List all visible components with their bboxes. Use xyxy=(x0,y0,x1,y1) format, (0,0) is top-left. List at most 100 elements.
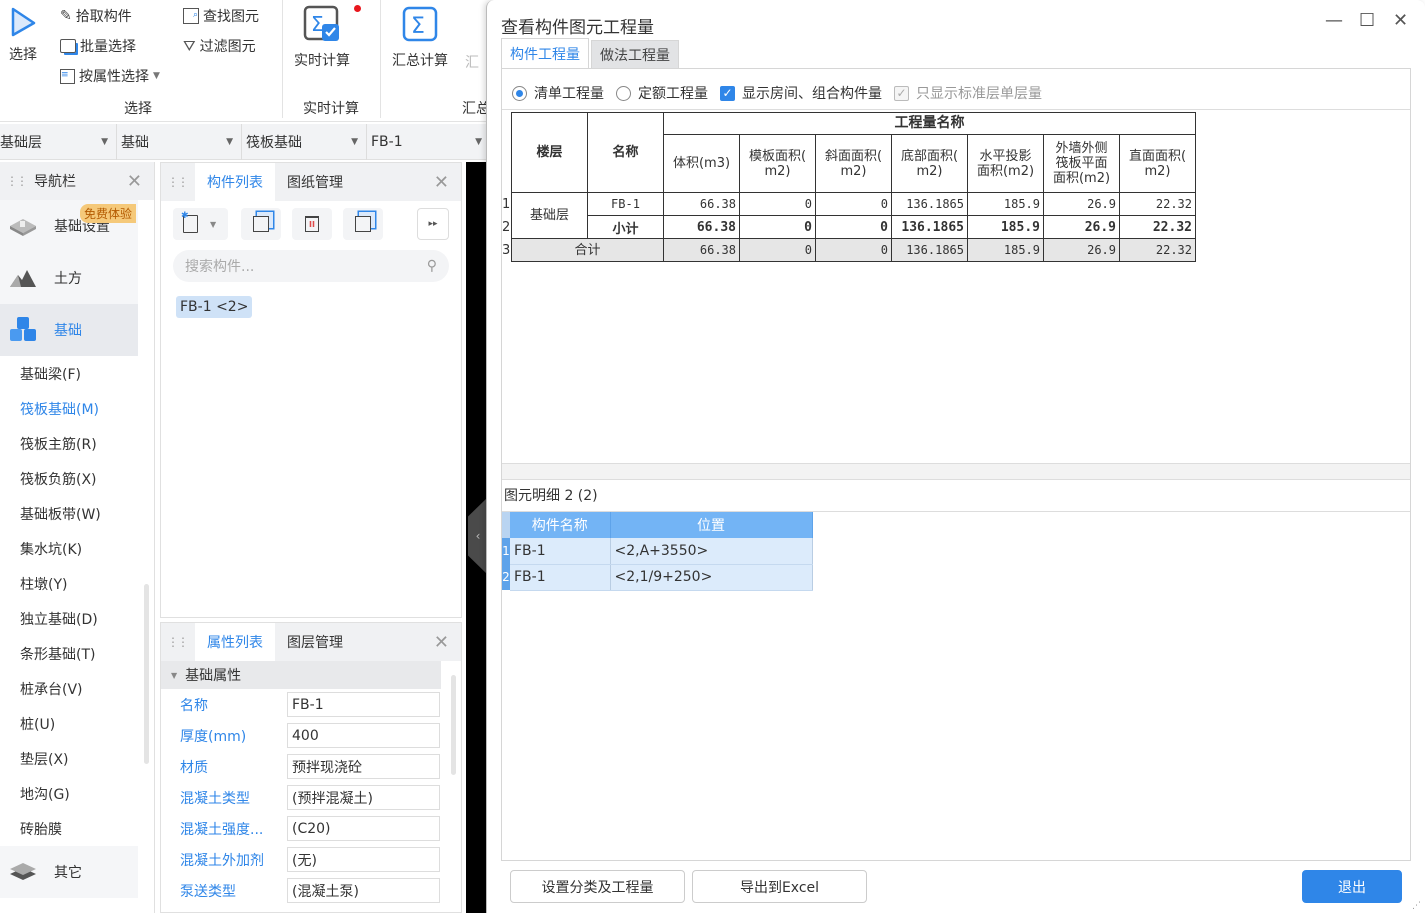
more-tools-button[interactable]: ▸▸ xyxy=(417,208,449,240)
nav-item-raft-main-rebar[interactable]: 筏板主筋(R) xyxy=(0,426,154,461)
filter-icon: ⛛ xyxy=(183,37,196,55)
tab-component-list[interactable]: 构件列表 xyxy=(195,163,275,201)
quota-quantity-radio[interactable] xyxy=(616,85,631,101)
free-trial-badge[interactable]: 免费体验 xyxy=(80,204,137,223)
nav-item-raft-foundation[interactable]: 筏板基础(M) xyxy=(0,391,154,426)
property-value-material[interactable]: 预拌现浇砼 xyxy=(287,754,440,779)
cell-value: 26.9 xyxy=(1043,215,1120,239)
nav-category-other[interactable]: 其它 xyxy=(0,846,138,898)
nav-item-foundation-beam[interactable]: 基础梁(F) xyxy=(0,356,154,391)
element-detail-table: 构件名称 位置 1 FB-1 <2,A+3550> 2 FB-1 <2,1/9+… xyxy=(502,512,813,591)
cell-value: 185.9 xyxy=(967,192,1044,216)
drag-grip-icon[interactable]: ⋮⋮ xyxy=(6,174,28,188)
realtime-calc-button[interactable]: Σ 实时计算 xyxy=(294,4,350,70)
tab-component-quantity[interactable]: 构件工程量 xyxy=(501,38,589,68)
exit-button[interactable]: 退出 xyxy=(1302,870,1402,903)
nav-item-raft-negative-rebar[interactable]: 筏板负筋(X) xyxy=(0,461,154,496)
find-element-button[interactable]: ⌕ 查找图元 xyxy=(183,6,259,26)
set-category-button[interactable]: 设置分类及工程量 xyxy=(510,870,685,903)
nav-item-strip-footing[interactable]: 条形基础(T) xyxy=(0,636,154,671)
property-value-concrete-type[interactable]: (预拌混凝土) xyxy=(287,785,440,810)
nav-item-isolated-footing[interactable]: 独立基础(D) xyxy=(0,601,154,636)
tab-drawing-management[interactable]: 图纸管理 xyxy=(275,163,355,201)
select-button[interactable]: 选择 xyxy=(8,6,38,64)
delete-component-button[interactable]: II xyxy=(292,208,332,240)
drag-grip-icon[interactable]: ⋮⋮ xyxy=(167,635,189,649)
component-item-fb1[interactable]: FB-1 <2> xyxy=(176,296,253,318)
summary-calc-button[interactable]: Σ 汇总计算 xyxy=(392,4,448,70)
new-component-button[interactable]: ✱ ▼ xyxy=(173,208,228,240)
category-dropdown[interactable]: 基础 ▼ xyxy=(117,124,242,160)
table-row[interactable]: 1 FB-1 <2,A+3550> xyxy=(502,538,813,565)
nav-scrollbar[interactable] xyxy=(144,584,149,764)
batch-select-button[interactable]: 批量选择 xyxy=(60,36,136,56)
property-value-pump-type[interactable]: (混凝土泵) xyxy=(287,878,440,903)
property-row: 泵送类型 (混凝土泵) xyxy=(161,875,461,906)
layer-copy-button[interactable] xyxy=(343,208,383,240)
new-file-icon: ✱ xyxy=(181,211,198,233)
resize-grip-icon[interactable]: ⋰ xyxy=(1412,901,1421,911)
cell-value: 0 xyxy=(739,215,816,239)
nav-item-column-pier[interactable]: 柱墩(Y) xyxy=(0,566,154,601)
drag-grip-icon[interactable]: ⋮⋮ xyxy=(167,175,189,189)
cell-component-name: FB-1 xyxy=(510,564,611,591)
close-icon[interactable]: ✕ xyxy=(127,171,142,192)
tab-method-quantity[interactable]: 做法工程量 xyxy=(591,40,679,68)
property-value-admixture[interactable]: (无) xyxy=(287,847,440,872)
nav-category-earthwork[interactable]: 土方 xyxy=(0,252,138,304)
pick-component-button[interactable]: ✎ 拾取构件 xyxy=(60,6,132,26)
nav-item-cushion[interactable]: 垫层(X) xyxy=(0,741,154,776)
nav-item-trench[interactable]: 地沟(G) xyxy=(0,776,154,811)
tab-layer-management[interactable]: 图层管理 xyxy=(275,623,355,661)
maximize-icon[interactable]: ☐ xyxy=(1359,10,1375,31)
std-floor-only-checkbox[interactable]: ✓ xyxy=(894,85,909,101)
pane-splitter[interactable] xyxy=(502,464,1410,480)
property-value-name[interactable]: FB-1 xyxy=(287,692,440,717)
nav-category-foundation[interactable]: 基础 xyxy=(0,304,138,356)
collapse-panel-handle[interactable]: ‹ xyxy=(468,497,488,575)
component-dropdown[interactable]: FB-1 ▼ xyxy=(367,124,490,160)
close-icon[interactable]: ✕ xyxy=(434,172,449,193)
nav-item-brick-mold[interactable]: 砖胎膜 xyxy=(0,811,154,846)
table-row-subtotal[interactable]: 小计 66.38 0 0 136.1865 185.9 26.9 22.32 xyxy=(512,215,1196,239)
element-detail-area: 构件名称 位置 1 FB-1 <2,A+3550> 2 FB-1 <2,1/9+… xyxy=(502,511,1410,861)
property-row: 材质 预拌现浇砼 xyxy=(161,751,461,782)
nav-item-foundation-strip[interactable]: 基础板带(W) xyxy=(0,496,154,531)
property-group-foundation[interactable]: ▼ 基础属性 xyxy=(161,661,441,689)
table-row[interactable]: 2 FB-1 <2,1/9+250> xyxy=(502,564,813,591)
filter-element-button[interactable]: ⛛ 过滤图元 xyxy=(183,36,256,56)
table-row-total[interactable]: 合计 66.38 0 0 136.1865 185.9 26.9 22.32 xyxy=(511,238,1196,262)
dialog-title: 查看构件图元工程量 xyxy=(501,18,654,38)
summary-more-button[interactable]: 汇 xyxy=(465,52,479,72)
ribbon-toolbar: 选择 ✎ 拾取构件 批量选择 ≡ 按属性选择 ▼ ⌕ 查找图元 ⛛ 过滤图元 选择 Σ 实… xyxy=(0,0,490,122)
cell-value: 26.9 xyxy=(1043,192,1120,216)
corner-cell xyxy=(502,512,510,538)
show-room-checkbox[interactable]: ✓ xyxy=(720,85,735,101)
property-value-thickness[interactable]: 400 xyxy=(287,723,440,748)
property-row: 厚度(mm) 400 xyxy=(161,720,461,751)
nav-item-pile[interactable]: 桩(U) xyxy=(0,706,154,741)
cell-value: 66.38 xyxy=(663,192,740,216)
bill-quantity-radio[interactable] xyxy=(512,85,527,101)
floor-dropdown[interactable]: 基础层 ▼ xyxy=(0,124,117,160)
copy-component-button[interactable] xyxy=(241,208,281,240)
close-icon[interactable]: ✕ xyxy=(434,632,449,653)
search-icon[interactable]: ⚲ xyxy=(427,258,437,274)
type-dropdown[interactable]: 筏板基础 ▼ xyxy=(242,124,367,160)
property-value-concrete-strength[interactable]: (C20) xyxy=(287,816,440,841)
close-icon[interactable]: ✕ xyxy=(1393,10,1408,31)
dropdown-arrow-icon: ▼ xyxy=(226,137,233,147)
nav-category-foundation-settings[interactable]: 基础设置 免费体验 xyxy=(0,200,138,252)
nav-item-sump-pit[interactable]: 集水坑(K) xyxy=(0,531,154,566)
header-slope-area: 斜面面积( m2) xyxy=(815,134,892,193)
component-search-input[interactable]: 搜索构件... ⚲ xyxy=(173,250,449,282)
cell-value: 22.32 xyxy=(1119,238,1196,262)
tab-property-list[interactable]: 属性列表 xyxy=(195,623,275,661)
table-row[interactable]: 基础层 FB-1 66.38 0 0 136.1865 185.9 26.9 2… xyxy=(511,192,1196,239)
minimize-icon[interactable]: — xyxy=(1325,10,1343,31)
dialog-footer: 设置分类及工程量 导出到Excel 退出 xyxy=(501,870,1411,904)
properties-scrollbar[interactable] xyxy=(451,675,456,775)
nav-item-pile-cap[interactable]: 桩承台(V) xyxy=(0,671,154,706)
export-excel-button[interactable]: 导出到Excel xyxy=(692,870,867,903)
select-by-attribute-button[interactable]: ≡ 按属性选择 ▼ xyxy=(60,66,160,86)
